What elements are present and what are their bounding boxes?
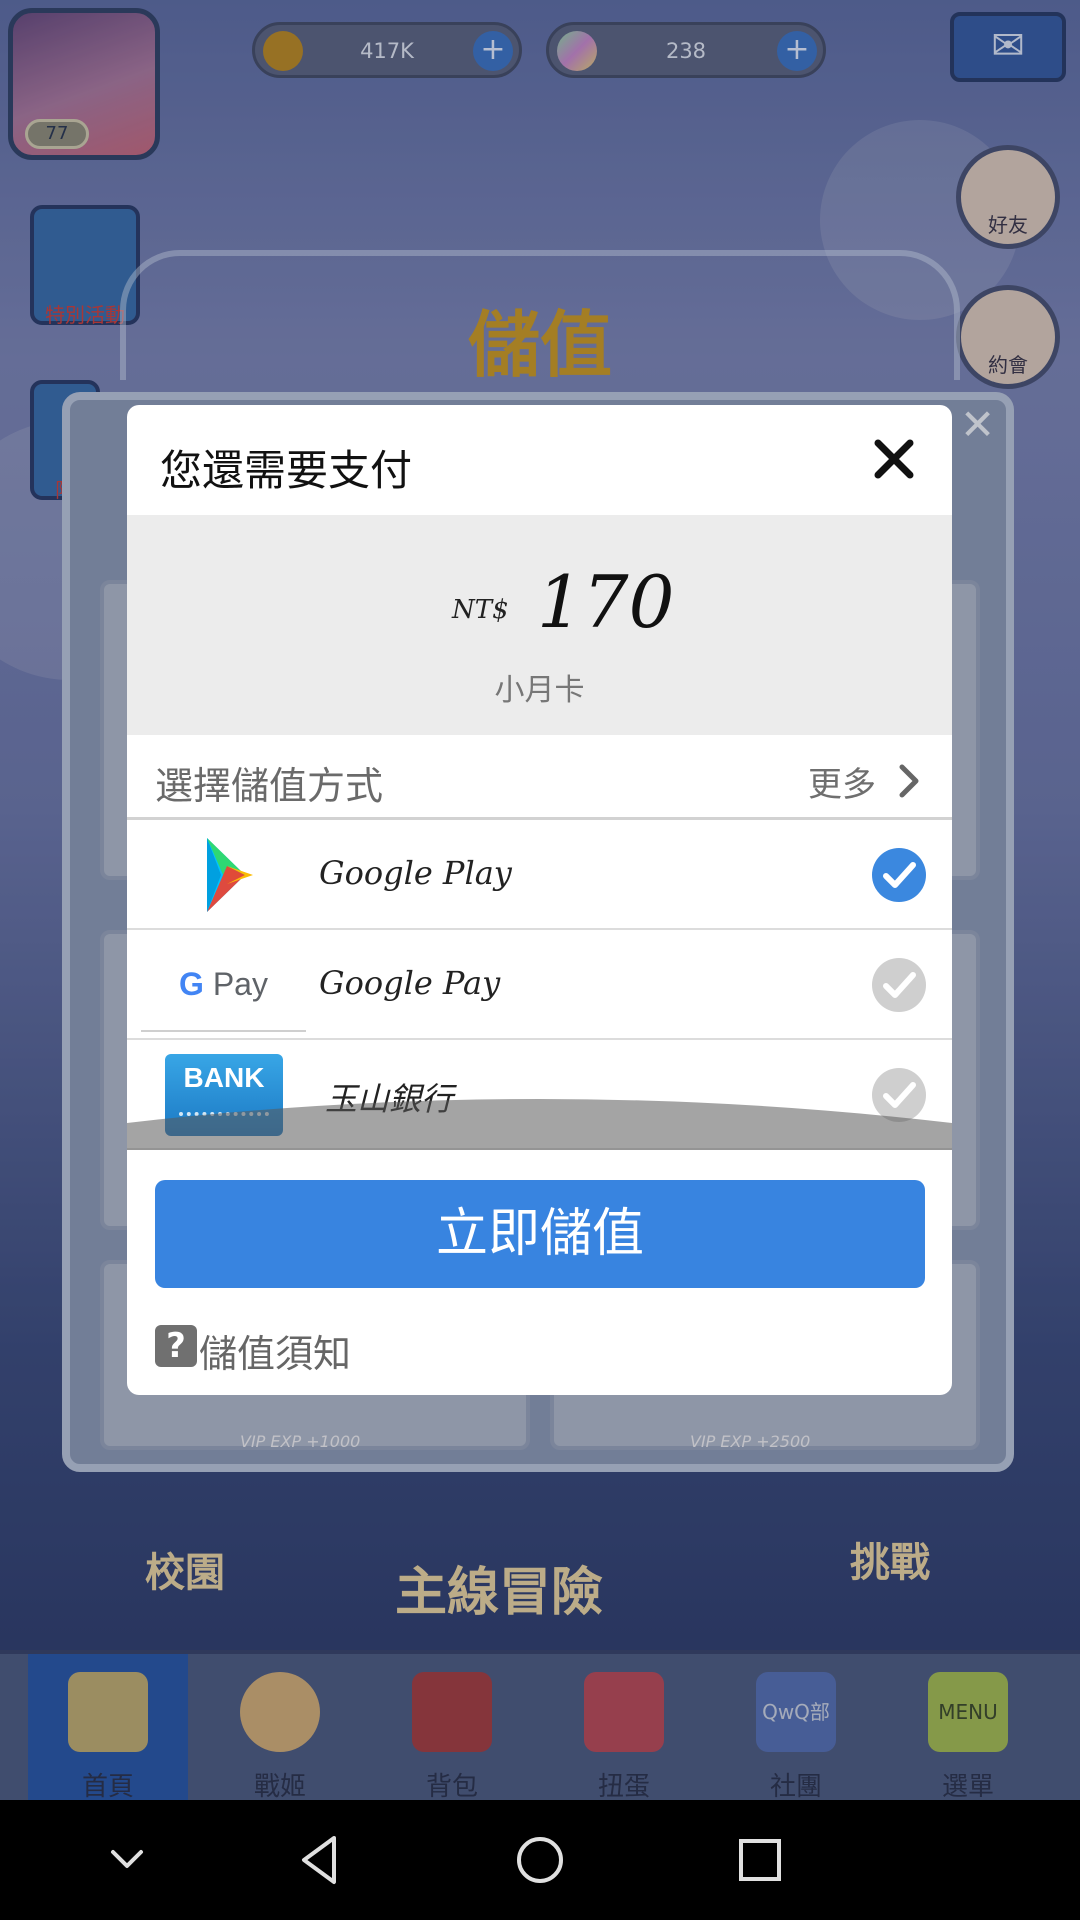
chevron-down-icon[interactable] [97,1830,157,1890]
payment-method-header: 選擇儲值方式 更多 [127,735,952,820]
check-unselected-icon[interactable] [872,958,926,1012]
more-methods-link[interactable]: 更多 [808,757,876,806]
scroll-overscroll-indicator [127,1099,952,1150]
payment-option-label: Google Play [319,854,512,892]
payment-option-google-play[interactable]: Google Play [127,820,952,930]
help-icon: ? [155,1325,197,1367]
dialog-header: 您還需要支付 [127,405,952,515]
item-name: 小月卡 [494,673,585,708]
pay-now-button[interactable]: 立即儲值 [155,1180,925,1288]
payment-option-label: Google Pay [319,964,501,1002]
home-icon[interactable] [510,1830,570,1890]
back-icon[interactable] [290,1830,350,1890]
chevron-right-icon[interactable] [894,761,924,801]
amount-value: 170 [537,560,675,644]
dialog-title: 您還需要支付 [160,446,413,495]
amount-section: NT$ 170 小月卡 [127,515,952,735]
google-play-icon [207,838,253,912]
currency-label: NT$ [452,595,509,625]
payment-method-label: 選擇儲值方式 [155,764,384,808]
payment-dialog: 您還需要支付 NT$ 170 小月卡 選擇儲值方式 更多 Google Play [127,405,952,1395]
system-navigation-bar [0,1800,1080,1920]
payment-notice-label: 儲值須知 [199,1332,352,1376]
recent-apps-icon[interactable] [730,1830,790,1890]
google-pay-logo: G Pay [141,938,306,1032]
payment-option-google-pay[interactable]: G Pay Google Pay [127,930,952,1040]
check-selected-icon[interactable] [872,848,926,902]
close-icon[interactable] [862,427,926,491]
